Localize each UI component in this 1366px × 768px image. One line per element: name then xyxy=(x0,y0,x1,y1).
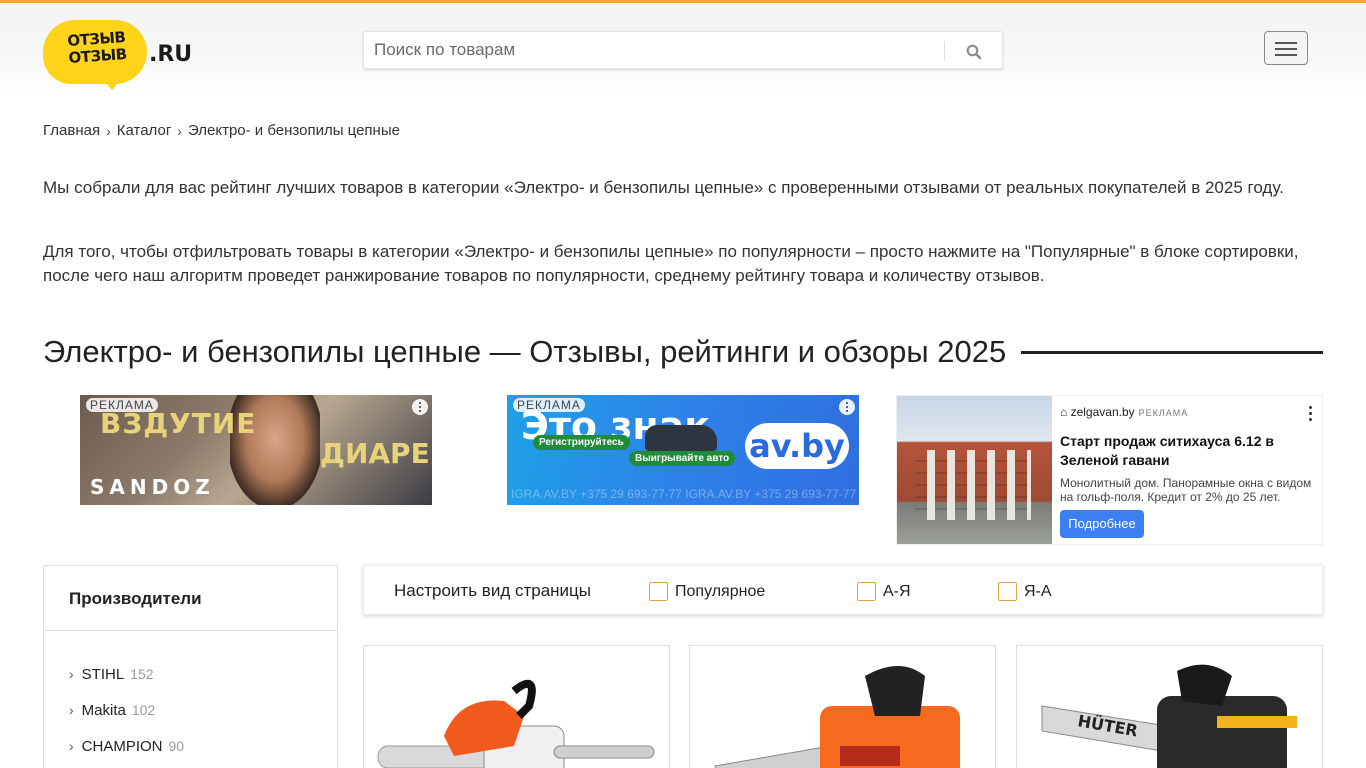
product-card[interactable] xyxy=(363,645,670,768)
breadcrumb-current: Электро- и бензопилы цепные xyxy=(187,122,400,139)
ad-card-zelgavan[interactable]: ⌂ zelgavan.by РЕКЛАМА Старт продаж ситиха… xyxy=(896,395,1323,545)
intro-paragraph-2: Для того, чтобы отфильтровать товары в к… xyxy=(43,242,1299,285)
ad-description: Монолитный дом. Панорамные окна с видом … xyxy=(1060,476,1312,504)
sort-option-label: А-Я xyxy=(883,582,911,600)
search-icon xyxy=(966,44,982,60)
kebab-menu-icon[interactable] xyxy=(1307,405,1313,423)
checkbox[interactable] xyxy=(998,582,1017,601)
chainsaw-image xyxy=(377,679,655,768)
heading-rule xyxy=(1021,350,1323,354)
chevron-right-icon: › xyxy=(177,122,182,139)
logo-tld: .RU xyxy=(149,42,193,67)
sort-bar: Настроить вид страницы Популярное А-Я Я-… xyxy=(363,565,1323,615)
ad-pill-win: Выигрывайте авто xyxy=(629,451,736,466)
ad-banner-sandoz[interactable]: ВЗДУТИЕ ДИАРЕЯ SANDOZ РЕКЛАМА xyxy=(80,395,432,505)
search-bar xyxy=(363,31,1003,69)
manufacturer-count: 102 xyxy=(131,702,156,718)
chevron-right-icon: › xyxy=(69,738,74,754)
site-header: ОТЗЫВ ОТЗЫВ .RU xyxy=(0,3,1366,100)
ad-options-icon[interactable] xyxy=(839,399,855,415)
ad-footer-text: IGRA.AV.BY +375 29 693-77-77 IGRA.AV.BY … xyxy=(511,487,857,501)
building-windows xyxy=(915,450,1031,520)
menu-toggle-button[interactable] xyxy=(1264,31,1308,65)
checkbox[interactable] xyxy=(649,582,668,601)
avby-logo: av.by xyxy=(745,423,849,469)
manufacturer-item[interactable]: › CHAMPION 90 xyxy=(44,728,337,764)
manufacturer-name: CHAMPION xyxy=(81,737,163,755)
hamburger-icon-line xyxy=(1275,54,1297,56)
ad-site: ⌂ zelgavan.by РЕКЛАМА xyxy=(1060,405,1188,419)
sort-label: Настроить вид страницы xyxy=(394,581,591,600)
page-heading: Электро- и бензопилы цепные — Отзывы, ре… xyxy=(43,332,1323,372)
filter-title: Производители xyxy=(44,566,337,631)
manufacturer-name: STIHL xyxy=(81,665,125,683)
search-input[interactable] xyxy=(364,32,944,68)
ad-label: РЕКЛАМА xyxy=(513,398,585,412)
ad-label: РЕКЛАМА xyxy=(1138,408,1189,418)
ad-brand: SANDOZ xyxy=(90,475,215,499)
manufacturer-name: Makita xyxy=(81,701,126,719)
sort-option-popular[interactable]: Популярное xyxy=(649,582,765,601)
product-card[interactable]: HÜTER xyxy=(1016,645,1323,768)
checkbox[interactable] xyxy=(857,582,876,601)
manufacturer-item[interactable]: › Makita 102 xyxy=(44,692,337,728)
sort-option-label: Я-А xyxy=(1024,582,1052,600)
manufacturers-filter: Производители › STIHL 152 › Makita 102 ›… xyxy=(43,565,338,768)
logo-bubble-tail xyxy=(95,67,131,93)
chainsaw-image: HÜTER xyxy=(1041,664,1297,768)
ad-building-image xyxy=(897,396,1052,544)
chevron-right-icon: › xyxy=(69,666,74,682)
search-button[interactable] xyxy=(954,36,994,66)
breadcrumb: Главная › Каталог › Электро- и бензопилы… xyxy=(43,122,400,139)
intro-paragraph-1: Мы собрали для вас рейтинг лучших товаро… xyxy=(43,178,1284,197)
site-logo[interactable]: ОТЗЫВ ОТЗЫВ .RU xyxy=(43,20,193,93)
hamburger-icon xyxy=(1275,42,1297,44)
ad-label: РЕКЛАМА xyxy=(86,398,158,412)
search-divider xyxy=(944,41,945,61)
sort-option-za[interactable]: Я-А xyxy=(998,582,1052,601)
sort-option-label: Популярное xyxy=(675,582,766,600)
product-card[interactable] xyxy=(689,645,996,768)
logo-text: ОТЗЫВ ОТЗЫВ xyxy=(54,28,140,68)
manufacturer-item[interactable]: › STIHL 152 xyxy=(44,656,337,692)
chevron-right-icon: › xyxy=(69,702,74,718)
breadcrumb-catalog[interactable]: Каталог xyxy=(117,122,172,139)
ad-cta-button[interactable]: Подробнее xyxy=(1060,510,1144,538)
manufacturer-list: › STIHL 152 › Makita 102 › CHAMPION 90 xyxy=(44,631,337,764)
ad-options-icon[interactable] xyxy=(412,399,428,415)
ad-banner-avby[interactable]: Это знак Регистрируйтесь Выигрывайте авт… xyxy=(507,395,859,505)
car-image xyxy=(645,425,717,451)
chevron-right-icon: › xyxy=(106,122,111,139)
house-icon: ⌂ xyxy=(1060,405,1068,419)
manufacturer-count: 152 xyxy=(130,666,154,682)
ad-site-name: zelgavan.by xyxy=(1070,405,1135,419)
ad-pill-register: Регистрируйтесь xyxy=(533,435,630,450)
ad-text-2: ДИАРЕЯ xyxy=(320,437,432,470)
breadcrumb-home[interactable]: Главная xyxy=(43,122,100,139)
chainsaw-image xyxy=(714,666,960,768)
sort-option-az[interactable]: А-Я xyxy=(857,582,911,601)
hamburger-icon-line xyxy=(1275,48,1297,50)
page-title: Электро- и бензопилы цепные — Отзывы, ре… xyxy=(43,334,1007,369)
manufacturer-count: 90 xyxy=(168,738,185,754)
ad-title: Старт продаж ситихауса 6.12 в Зеленой га… xyxy=(1060,433,1274,468)
